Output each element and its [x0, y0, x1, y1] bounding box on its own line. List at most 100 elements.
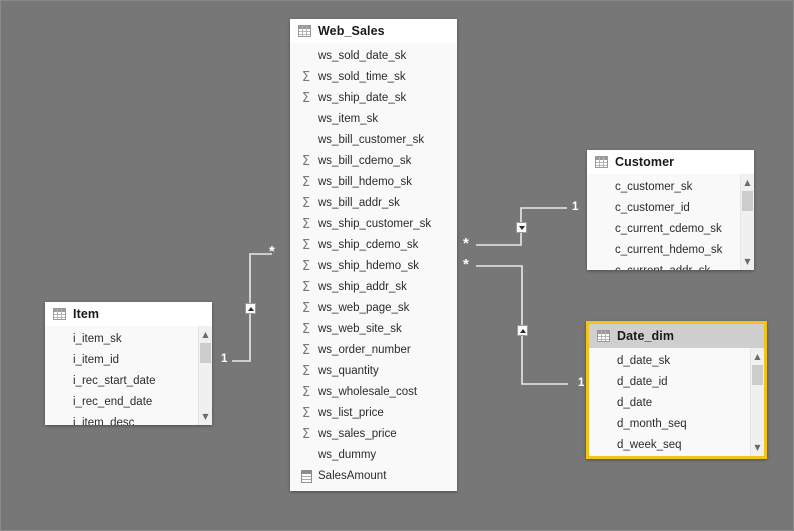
cardinality-customer-one: 1 [572, 201, 579, 213]
table-card-web_sales[interactable]: Web_Sales ws_sold_date_sk Σws_sold_time_s… [290, 19, 457, 491]
sigma-summation-icon: Σ [301, 406, 311, 421]
cross-filter-arrow-web_sales-customer[interactable] [516, 222, 527, 233]
sigma-summation-icon: Σ [301, 364, 311, 379]
field-name: c_customer_id [615, 201, 690, 214]
field-row[interactable]: d_month_seq [589, 414, 764, 435]
field-row[interactable]: Σws_order_number [290, 340, 457, 361]
field-icon-none [298, 134, 314, 148]
field-name: SalesAmount [318, 469, 387, 482]
field-name: ws_bill_addr_sk [318, 196, 400, 209]
field-row[interactable]: i_rec_start_date [45, 371, 212, 392]
scrollbar-thumb[interactable] [752, 365, 763, 385]
cardinality-date_dim-one: 1 [578, 377, 585, 389]
sigma-summation-icon: Σ [301, 91, 311, 106]
table-header-item[interactable]: Item [45, 302, 212, 326]
model-view-canvas[interactable]: 1 * * 1 * 1 Web_Sales ws_sold_date_sk Σws… [0, 0, 794, 531]
field-icon-none [595, 244, 611, 258]
field-row[interactable]: ws_dummy [290, 445, 457, 466]
table-header-customer[interactable]: Customer [587, 150, 754, 174]
field-row[interactable]: c_customer_sk [587, 177, 754, 198]
field-row[interactable]: Σws_ship_addr_sk [290, 277, 457, 298]
field-row[interactable]: c_current_hdemo_sk [587, 240, 754, 261]
table-card-customer[interactable]: Customer c_customer_sk c_customer_id c_cur… [587, 150, 754, 270]
field-icon-none [53, 375, 69, 389]
chevron-up-icon[interactable]: ▲ [751, 350, 764, 363]
field-name: c_current_hdemo_sk [615, 243, 723, 256]
field-row[interactable]: i_item_id [45, 350, 212, 371]
table-card-item[interactable]: Item i_item_sk i_item_id i_rec_start_date i… [45, 302, 212, 425]
field-row[interactable]: Σws_web_site_sk [290, 319, 457, 340]
field-row[interactable]: d_week_seq [589, 435, 764, 456]
field-row[interactable]: c_customer_id [587, 198, 754, 219]
field-row[interactable]: ws_sold_date_sk [290, 46, 457, 67]
field-row[interactable]: Σws_ship_hdemo_sk [290, 256, 457, 277]
field-row[interactable]: Σws_ship_customer_sk [290, 214, 457, 235]
field-row[interactable]: SalesAmount [290, 466, 457, 487]
field-name: d_date [617, 396, 653, 409]
field-name: ws_ship_cdemo_sk [318, 238, 419, 251]
field-row[interactable]: ws_item_sk [290, 109, 457, 130]
field-row[interactable]: Σws_bill_addr_sk [290, 193, 457, 214]
field-icon-none [298, 50, 314, 64]
field-row[interactable]: Σws_ship_date_sk [290, 88, 457, 109]
field-name: c_current_cdemo_sk [615, 222, 722, 235]
field-row[interactable]: Σws_bill_hdemo_sk [290, 172, 457, 193]
field-row[interactable]: c_current_cdemo_sk [587, 219, 754, 240]
field-row[interactable]: Σws_sales_price [290, 424, 457, 445]
table-field-list-date_dim: d_date_sk d_date_id d_date d_month_seq d_wee… [589, 348, 764, 456]
field-row[interactable]: ws_bill_customer_sk [290, 130, 457, 151]
cardinality-item-one: 1 [221, 353, 228, 365]
sigma-summation-icon: Σ [301, 322, 311, 337]
field-icon-none [595, 265, 611, 271]
scrollbar-thumb[interactable] [200, 343, 211, 363]
field-row[interactable]: Σws_quantity [290, 361, 457, 382]
table-grid-icon [597, 330, 610, 342]
scrollbar-thumb[interactable] [742, 191, 753, 211]
sigma-summation-icon: Σ [301, 259, 311, 274]
scrollbar-date_dim[interactable]: ▲ ▼ [750, 348, 764, 456]
field-row[interactable]: Σws_web_page_sk [290, 298, 457, 319]
field-row[interactable]: Σws_bill_cdemo_sk [290, 151, 457, 172]
field-icon-none [53, 333, 69, 347]
table-card-date_dim[interactable]: Date_dim d_date_sk d_date_id d_date d_month… [586, 321, 767, 459]
field-row[interactable]: c_current_addr_sk [587, 261, 754, 270]
sigma-summation-icon: Σ [301, 217, 311, 232]
cross-filter-arrow-web_sales-date_dim[interactable] [517, 325, 528, 336]
field-icon-none [597, 418, 613, 432]
field-name: d_week_seq [617, 438, 682, 451]
sigma-summation-icon: Σ [301, 196, 311, 211]
chevron-up-icon[interactable]: ▲ [199, 328, 212, 341]
field-row[interactable]: d_date_id [589, 372, 764, 393]
table-header-web_sales[interactable]: Web_Sales [290, 19, 457, 43]
scrollbar-item[interactable]: ▲ ▼ [198, 326, 212, 425]
sigma-summation-icon: Σ [301, 385, 311, 400]
field-row[interactable]: Σws_ship_cdemo_sk [290, 235, 457, 256]
field-row[interactable]: i_rec_end_date [45, 392, 212, 413]
field-name: i_item_sk [73, 332, 122, 345]
field-name: ws_bill_customer_sk [318, 133, 425, 146]
field-row[interactable]: d_date [589, 393, 764, 414]
field-name: ws_sold_date_sk [318, 49, 407, 62]
field-name: ws_bill_hdemo_sk [318, 175, 412, 188]
field-row[interactable]: i_item_desc [45, 413, 212, 425]
field-row[interactable]: Σws_wholesale_cost [290, 382, 457, 403]
field-row[interactable]: i_item_sk [45, 329, 212, 350]
chevron-up-icon[interactable]: ▲ [741, 176, 754, 189]
field-name: d_date_sk [617, 354, 671, 367]
chevron-down-icon[interactable]: ▼ [199, 410, 212, 423]
field-name: ws_sales_price [318, 427, 397, 440]
field-row[interactable]: d_date_sk [589, 351, 764, 372]
field-name: ws_sold_time_sk [318, 70, 406, 83]
table-title-item: Item [73, 307, 100, 321]
field-row[interactable]: Σws_list_price [290, 403, 457, 424]
field-name: ws_order_number [318, 343, 411, 356]
table-field-list-web_sales: ws_sold_date_sk Σws_sold_time_sk Σws_ship_… [290, 43, 457, 487]
table-header-date_dim[interactable]: Date_dim [589, 324, 764, 348]
field-row[interactable]: Σws_sold_time_sk [290, 67, 457, 88]
field-icon-none [595, 202, 611, 216]
table-grid-icon [595, 156, 608, 168]
cross-filter-arrow-item-web_sales[interactable] [245, 303, 256, 314]
scrollbar-customer[interactable]: ▲ ▼ [740, 174, 754, 270]
chevron-down-icon[interactable]: ▼ [741, 255, 754, 268]
chevron-down-icon[interactable]: ▼ [751, 441, 764, 454]
